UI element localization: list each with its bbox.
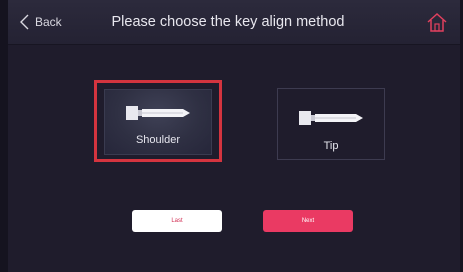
home-icon (426, 12, 448, 37)
chevron-left-icon (20, 14, 29, 30)
top-bar: Back Please choose the key align method (8, 0, 460, 45)
shoulder-option[interactable]: Shoulder (94, 80, 222, 162)
back-label: Back (35, 15, 62, 29)
tip-option[interactable]: Tip (277, 88, 385, 160)
last-button[interactable]: Last (132, 210, 222, 232)
back-button[interactable]: Back (20, 13, 62, 31)
page-title: Please choose the key align method (111, 14, 345, 30)
shoulder-label: Shoulder (135, 134, 181, 146)
home-button[interactable] (426, 11, 448, 33)
next-button[interactable]: Next (263, 210, 353, 232)
tip-label: Tip (323, 140, 339, 152)
shoulder-option-card: Shoulder (104, 89, 212, 155)
key-tip-icon (298, 109, 364, 132)
app-screen: Back Please choose the key align method (8, 0, 460, 272)
key-shoulder-icon (125, 104, 191, 127)
